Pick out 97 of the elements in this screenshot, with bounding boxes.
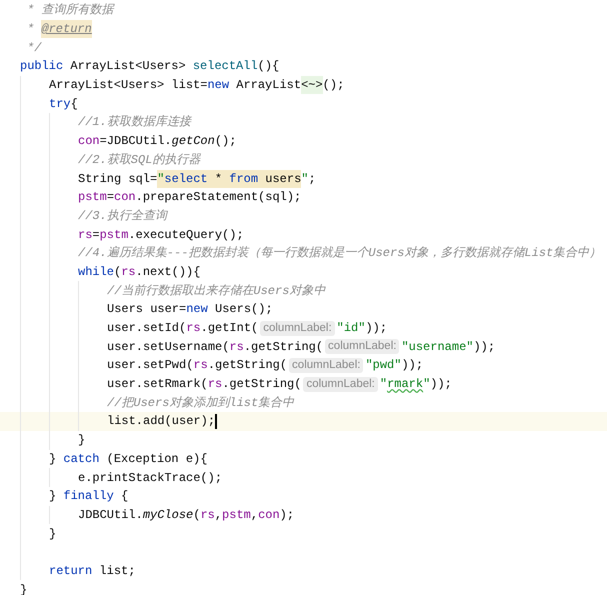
code-text: = — [92, 226, 100, 244]
code-text: user.setPwd( — [107, 357, 194, 374]
code-text: e.printStackTrace(); — [78, 470, 222, 487]
code-text: { — [70, 96, 78, 113]
code-text: finally — [63, 488, 114, 506]
code-text: (); — [322, 77, 344, 94]
code-text: = — [106, 189, 114, 206]
code-text: (Exception e){ — [106, 450, 208, 468]
code-text: .getString( — [244, 338, 324, 356]
code-text: .executeQuery(); — [128, 226, 244, 244]
code-text: rs — [121, 264, 136, 281]
code-text: user.setRmark( — [107, 376, 208, 394]
code-text: * 查询所有数据 — [27, 2, 114, 20]
code-text: } — [49, 526, 56, 543]
code-text: user.setUsername( — [107, 338, 230, 356]
code-text: } — [20, 582, 28, 595]
code-text: list.add(user); — [107, 413, 216, 430]
code-text: //1.获取数据库连接 — [78, 114, 191, 132]
code-text: rs — [229, 338, 244, 356]
code-text: rs — [78, 226, 92, 244]
code-text: rs — [186, 320, 201, 338]
code-text: .getString( — [222, 376, 302, 394]
code-text: getCon — [172, 133, 215, 150]
code-text: //4.遍历结果集---把数据封装（每一行数据就是一个Users对象，多行数据就存储List集合中） — [78, 245, 602, 262]
code-text: { — [120, 488, 128, 506]
code-text: "username" — [401, 338, 474, 356]
code-text: con — [258, 506, 280, 524]
parameter-hint: columnLabel: — [260, 320, 335, 336]
code-text: } — [49, 488, 58, 506]
code-text: ArrayList<Users> list= — [49, 77, 208, 94]
code-text: )); — [365, 320, 388, 338]
code-text: pstm — [100, 226, 128, 244]
code-text: ( — [114, 264, 122, 281]
code-text: .getInt( — [200, 320, 258, 338]
code-text: ArrayList<Users> — [69, 58, 187, 76]
parameter-hint: columnLabel: — [325, 339, 400, 354]
code-text: .next()){ — [136, 264, 200, 281]
code-text: , — [214, 506, 222, 524]
code-text: pstm — [78, 189, 107, 206]
code-text: Users(); — [214, 301, 273, 318]
code-text: Users user= — [107, 301, 186, 318]
code-text: (){ — [258, 58, 280, 76]
code-text: rs — [193, 357, 208, 374]
code-text: =JDBCUtil. — [100, 133, 172, 150]
code-text: while — [78, 264, 114, 281]
code-text: String sql= — [78, 170, 158, 188]
code-text: try — [49, 96, 71, 113]
code-text: new — [186, 301, 208, 318]
code-text: ; — [308, 170, 316, 188]
code-text: .prepareStatement(sql); — [136, 189, 302, 206]
code-text: user.setId( — [107, 320, 186, 338]
code-text: con — [78, 133, 100, 150]
code-text: " — [157, 170, 164, 188]
parameter-hint: columnLabel: — [303, 376, 378, 392]
code-text: list; — [98, 562, 136, 580]
code-text: , — [250, 506, 258, 524]
code-text: rs — [200, 506, 215, 524]
code-text: from — [229, 170, 258, 188]
code-text: ); — [280, 506, 294, 524]
code-text: pstm — [222, 506, 251, 524]
code-text: } — [49, 450, 58, 468]
code-text: "id" — [336, 320, 366, 338]
code-text: " — [423, 376, 430, 394]
code-text: ( — [193, 506, 200, 524]
code-text: (); — [214, 133, 236, 150]
code-text: rs — [208, 376, 222, 394]
code-text: */ — [27, 40, 42, 57]
code-text: * — [27, 21, 36, 38]
code-text: con — [114, 189, 136, 206]
code-text: JDBCUtil. — [78, 506, 143, 524]
code-text: select — [164, 170, 208, 188]
code-text: "pwd" — [365, 357, 402, 374]
code-text: ArrayList — [235, 77, 302, 94]
text-cursor — [215, 414, 217, 429]
code-text: //2.获取SQL的执行器 — [78, 152, 200, 169]
code-text: .getString( — [208, 357, 288, 374]
code-text: users — [258, 170, 302, 188]
code-text: catch — [63, 450, 100, 468]
parameter-hint: columnLabel: — [289, 358, 364, 373]
code-text: rmark — [387, 376, 424, 394]
code-text: selectAll — [192, 58, 258, 76]
code-text: } — [78, 432, 86, 450]
code-text: new — [207, 77, 230, 94]
code-text: )); — [430, 376, 452, 394]
code-text: )); — [473, 338, 496, 356]
code-text: <~> — [301, 76, 323, 94]
code-text: //3.执行全查询 — [78, 208, 167, 225]
code-text: " — [380, 376, 388, 394]
code-text: //把Users对象添加到list集合中 — [107, 394, 294, 412]
code-text: )); — [401, 357, 424, 374]
code-text: return — [49, 562, 92, 580]
code-text: * — [208, 170, 230, 188]
code-text: //当前行数据取出来存储在Users对象中 — [107, 282, 326, 300]
code-text: " — [301, 170, 308, 188]
code-text: myClose — [142, 506, 194, 524]
code-text: public — [20, 58, 64, 76]
code-text: @return — [41, 20, 92, 38]
